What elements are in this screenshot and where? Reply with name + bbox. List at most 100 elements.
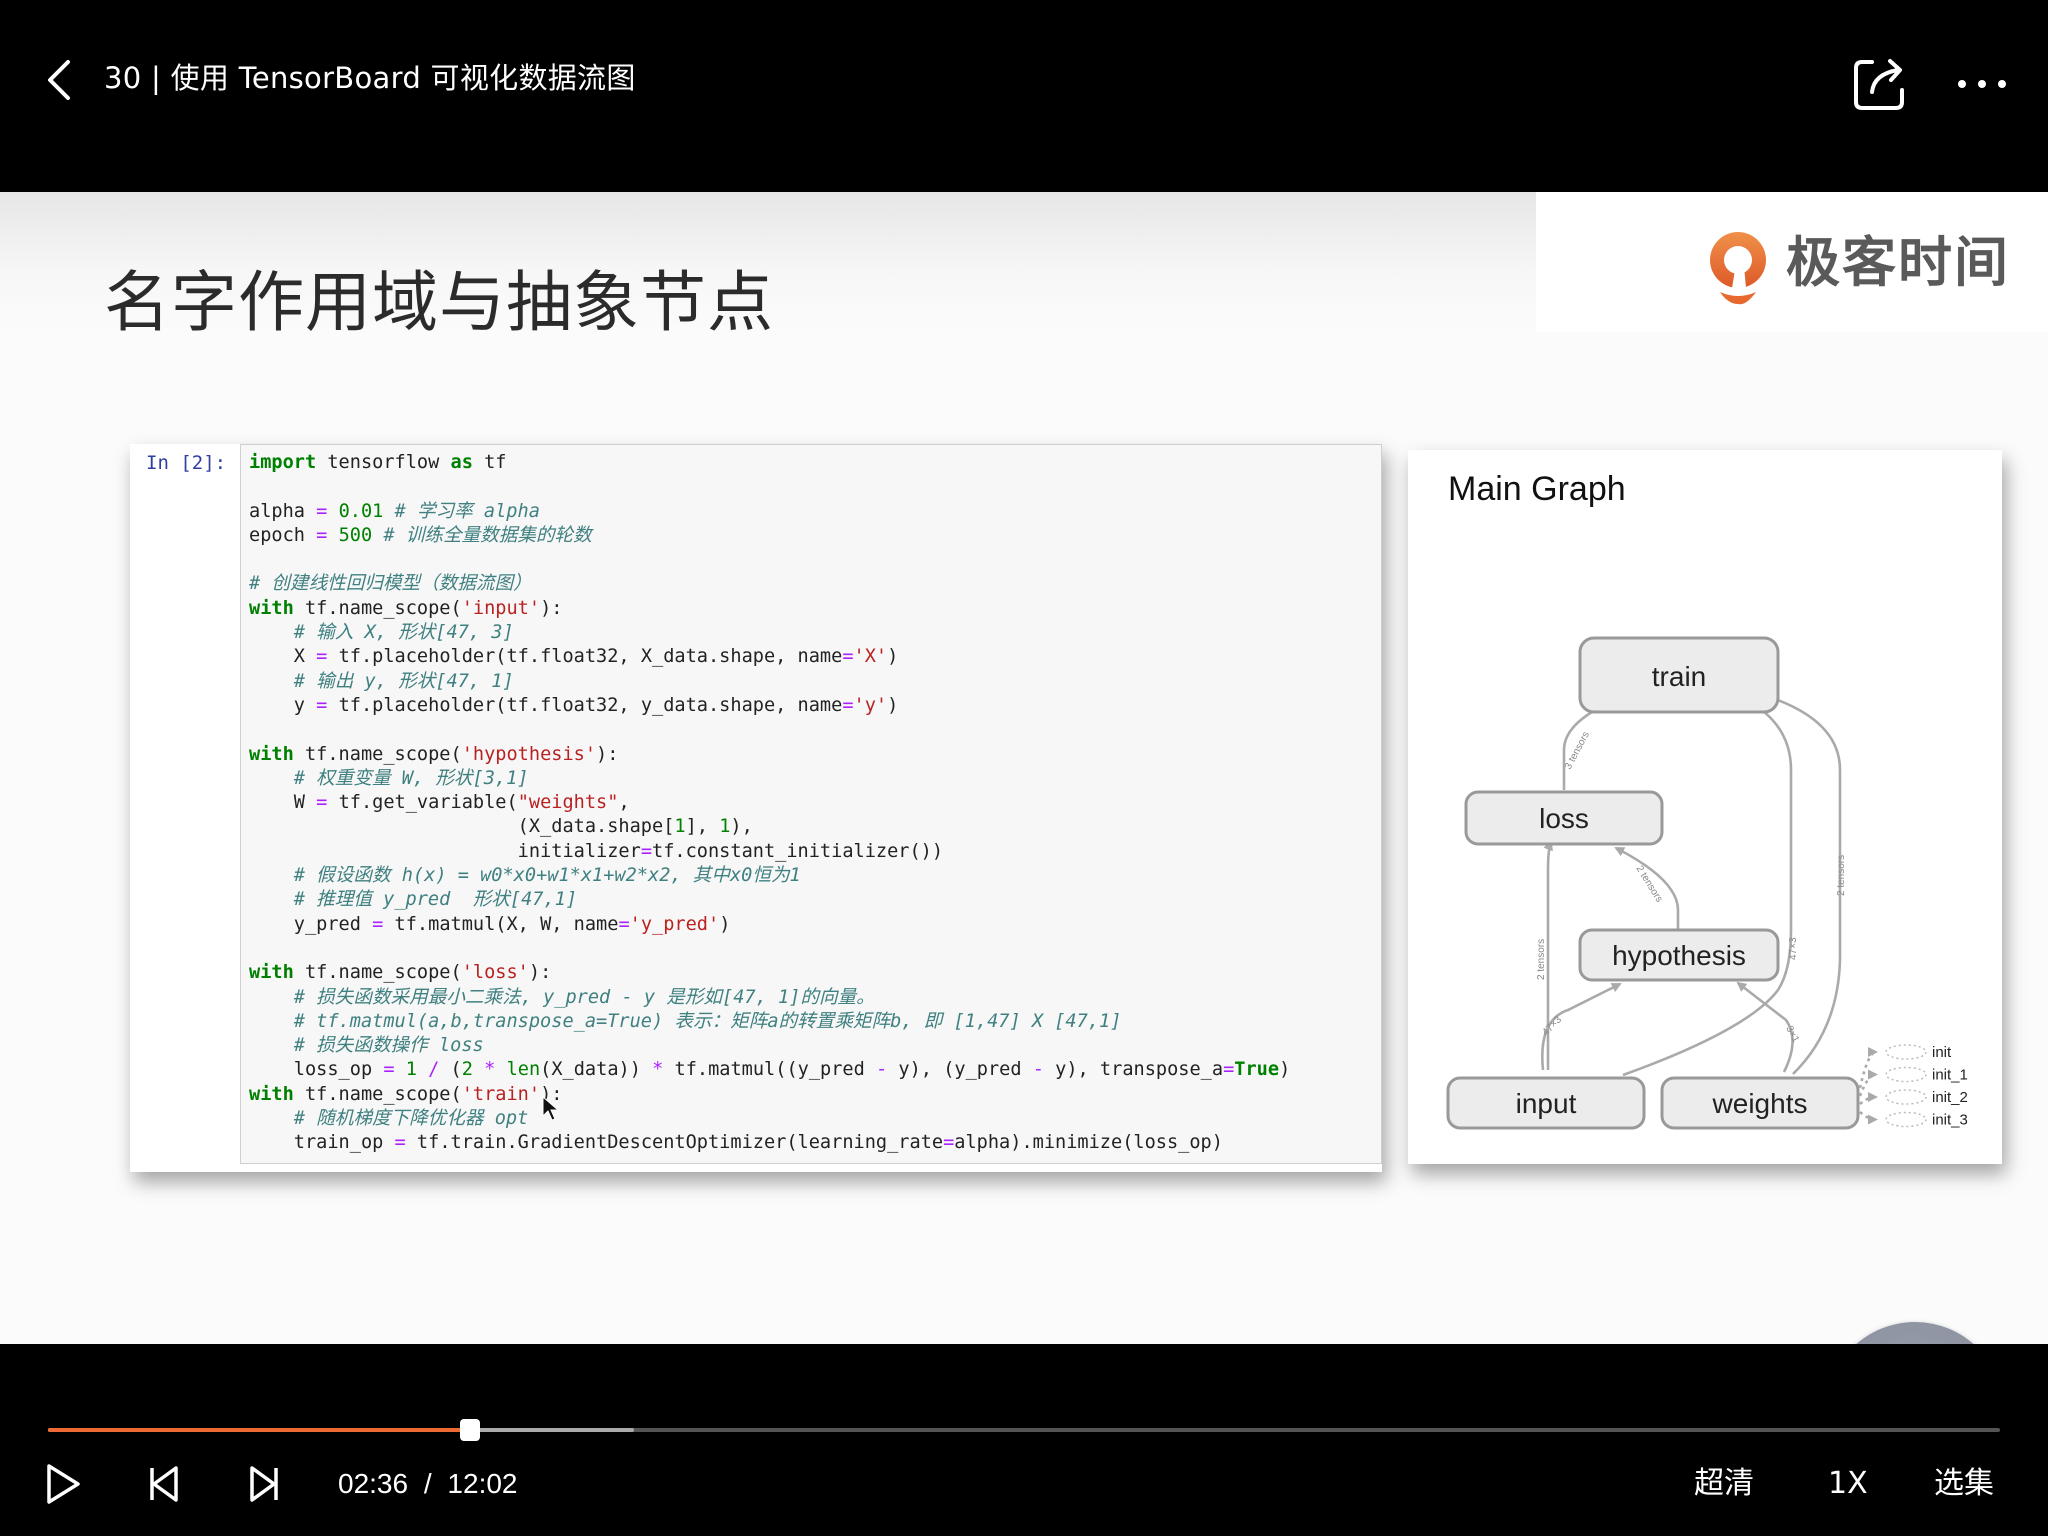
graph-node-train[interactable]: train	[1578, 636, 1780, 714]
code-token: # 学习率 alpha	[383, 500, 540, 522]
code-token: # 创建线性回归模型（数据流图）	[249, 573, 532, 595]
episodes-button[interactable]: 选集	[1934, 1464, 1994, 1504]
code-token: =	[316, 646, 328, 668]
quality-button[interactable]: 超清	[1694, 1464, 1754, 1504]
code-token: =	[618, 913, 630, 935]
code-line: loss_op = 1 / (2 * len(X_data)) * tf.mat…	[249, 1058, 1381, 1082]
code-line: import tensorflow as tf	[249, 451, 1381, 475]
mouse-cursor-icon	[542, 1096, 560, 1121]
code-token: *	[484, 1059, 496, 1081]
code-line: # 权重变量 W, 形状[3,1]	[249, 767, 1381, 791]
code-token: tf.name_scope(	[293, 597, 462, 619]
back-button[interactable]	[40, 56, 80, 104]
brand-name: 极客时间	[1786, 231, 2010, 294]
edge-label-input-train: 47×3	[1788, 937, 1799, 960]
code-token: # 训练全量数据集的轮数	[372, 524, 592, 546]
graph-node-init-3[interactable]: init_3	[1859, 1111, 1968, 1129]
code-line: X = tf.placeholder(tf.float32, X_data.sh…	[249, 645, 1381, 669]
code-token: y_pred	[249, 913, 373, 935]
code-token: =	[842, 646, 854, 668]
code-line: # 假设函数 h(x) = w0*x0+w1*x1+w2*x2, 其中x0恒为1	[249, 864, 1381, 888]
graph-node-weights[interactable]: weights	[1660, 1076, 1860, 1130]
code-token: ],	[685, 816, 720, 838]
code-token: 500	[338, 524, 373, 546]
code-token: "weights"	[517, 792, 619, 814]
code-line: initializer=tf.constant_initializer())	[249, 840, 1381, 864]
code-token: -	[876, 1059, 888, 1081]
code-token: 1	[674, 816, 686, 838]
code-token: # 损失函数操作 loss	[293, 1035, 484, 1057]
code-token: alpha	[249, 500, 317, 522]
graph-node-init-2[interactable]: init_2	[1859, 1089, 1968, 1106]
edge-weights-hypothesis	[1736, 981, 1794, 1073]
play-button[interactable]	[44, 1462, 84, 1506]
code-token: len	[506, 1059, 541, 1081]
code-token: tf.matmul(X, W, name	[383, 913, 619, 935]
code-token: =	[316, 524, 328, 546]
share-button[interactable]	[1852, 56, 1908, 112]
graph-node-loss[interactable]: loss	[1464, 790, 1664, 846]
video-frame-slide[interactable]: 名字作用域与抽象节点 极客时间 In [2]: import tensorflo…	[0, 192, 2048, 1532]
code-line: with tf.name_scope('hypothesis'):	[249, 743, 1381, 767]
code-line: y_pred = tf.matmul(X, W, name='y_pred')	[249, 913, 1381, 937]
code-editor[interactable]: import tensorflow as tf alpha = 0.01 # 学习…	[240, 444, 1382, 1164]
time-separator: /	[423, 1468, 432, 1499]
code-token: train_op	[249, 1132, 395, 1154]
code-token: tf	[472, 452, 507, 473]
code-token: -	[1032, 1059, 1044, 1081]
code-token: tf.train.GradientDescentOptimizer(learni…	[405, 1132, 944, 1154]
code-token: =	[943, 1132, 955, 1154]
next-button[interactable]	[244, 1462, 284, 1506]
code-token: # 输出 y, 形状[47, 1]	[293, 670, 514, 692]
progress-bar[interactable]	[48, 1419, 2000, 1441]
progress-thumb[interactable]	[459, 1419, 480, 1441]
code-token: ,	[618, 792, 630, 814]
share-icon	[1854, 59, 1904, 110]
code-token: =	[316, 792, 328, 814]
code-token: tf.get_variable(	[327, 792, 518, 814]
code-line: # 输出 y, 形状[47, 1]	[249, 670, 1381, 694]
tensorboard-graph-panel: Main Graph 3 tensors 2 tensors 2 tensors…	[1408, 450, 2002, 1164]
brand-logo: 极客时间	[1706, 226, 2016, 306]
code-token: tf.name_scope(	[293, 1083, 462, 1105]
code-token: =	[640, 840, 653, 862]
code-token: =	[316, 694, 328, 716]
code-token: tf.constant_initializer())	[652, 840, 944, 862]
speed-button[interactable]: 1X	[1828, 1464, 1868, 1504]
code-line: with tf.name_scope('input'):	[249, 597, 1381, 621]
code-line: with tf.name_scope('train'):	[249, 1083, 1381, 1107]
code-token: y	[249, 694, 317, 716]
graph-node-input[interactable]: input	[1446, 1076, 1646, 1130]
code-token: # 输入 X, 形状[47, 3]	[293, 622, 514, 644]
top-bar: 30 | 使用 TensorBoard 可视化数据流图	[0, 0, 2048, 192]
code-token: (	[439, 1059, 462, 1081]
code-token: loss_op	[249, 1059, 384, 1081]
graph-node-hypothesis[interactable]: hypothesis	[1578, 928, 1780, 982]
init-node-label: init_2	[1932, 1089, 1968, 1106]
previous-button[interactable]	[146, 1462, 186, 1506]
code-token: =	[394, 1132, 406, 1154]
code-token: 1	[405, 1059, 417, 1081]
more-button[interactable]	[1956, 66, 2008, 102]
code-line: # 输入 X, 形状[47, 3]	[249, 621, 1381, 645]
edge-label-input-loss: 2 tensors	[1536, 939, 1547, 980]
code-token: ):	[528, 962, 552, 984]
edge-label-input-hypothesis: 47×3	[1540, 1014, 1564, 1038]
code-token: =	[316, 500, 328, 522]
code-token: =	[383, 1059, 395, 1081]
code-token: 'input'	[461, 597, 541, 619]
code-token: # tf.matmul(a,b,transpose_a=True) 表示：矩阵a…	[293, 1010, 1122, 1032]
code-line: # 损失函数采用最小二乘法, y_pred - y 是形如[47, 1]的向量。	[249, 986, 1381, 1010]
node-label-train: train	[1652, 661, 1706, 692]
